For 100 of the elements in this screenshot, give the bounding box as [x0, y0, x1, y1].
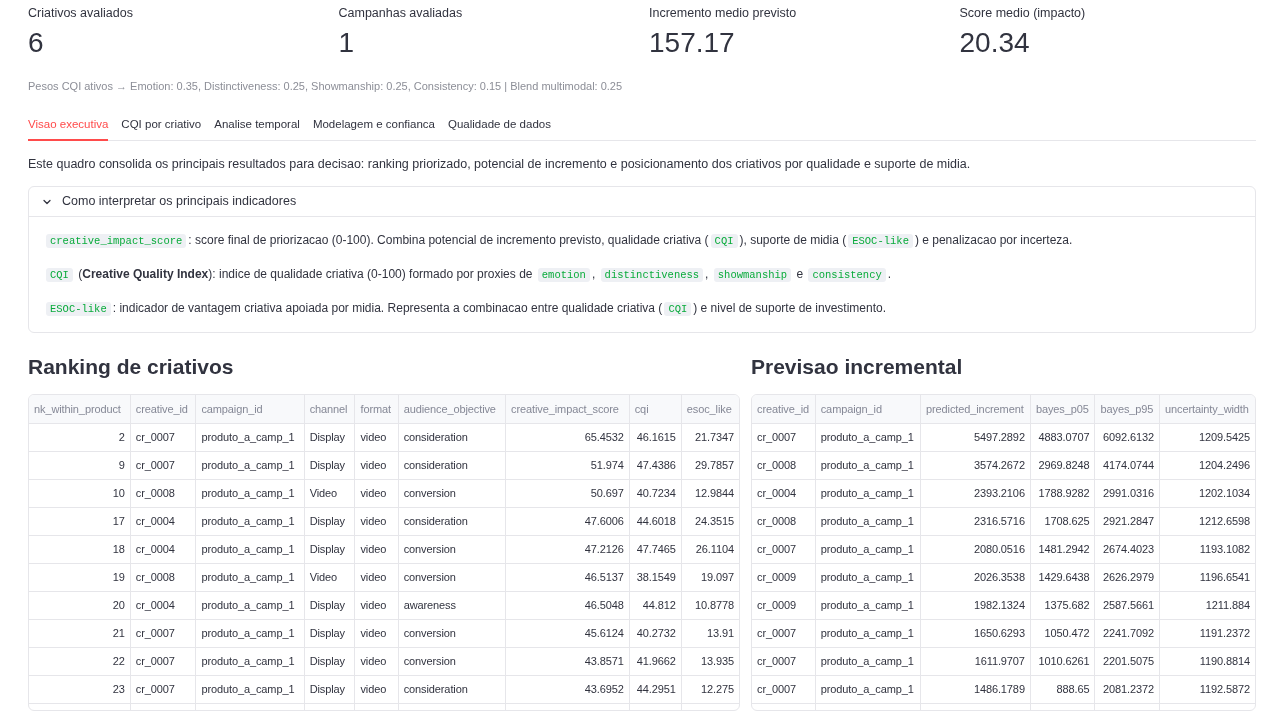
- table-cell: 10: [29, 479, 131, 507]
- table-cell: conversion: [398, 563, 506, 591]
- table-cell: produto_a_camp_1: [195, 563, 305, 591]
- table-cell: 46.5137: [505, 563, 630, 591]
- column-header[interactable]: predicted_increment: [920, 395, 1031, 423]
- table-cell: 1650.6293: [920, 619, 1031, 647]
- column-header[interactable]: bayes_p05: [1030, 395, 1095, 423]
- table-cell: 13.935: [681, 647, 739, 675]
- column-header[interactable]: creative_id: [752, 395, 816, 423]
- table-cell: produto_a_camp_1: [195, 507, 305, 535]
- table-cell: conversion: [398, 479, 506, 507]
- table-cell: 51.974: [505, 451, 630, 479]
- table-cell: consideration: [398, 507, 506, 535]
- table-cell: 1192.5872: [1159, 675, 1255, 703]
- table-cell: 40.2732: [629, 619, 682, 647]
- table-cell: 1486.1789: [920, 675, 1031, 703]
- tab[interactable]: Modelagem e confianca: [312, 111, 435, 141]
- section-heading: Previsao incremental: [751, 354, 963, 380]
- column-header[interactable]: esoc_like: [681, 395, 739, 423]
- table-cell: 1708.625: [1030, 507, 1095, 535]
- table-cell: 43.6952: [505, 675, 630, 703]
- table-cell: 1191.2372: [1159, 619, 1255, 647]
- table-cell: 1375.682: [1030, 591, 1095, 619]
- table-cell: 19: [29, 563, 131, 591]
- table-cell: 50.697: [505, 479, 630, 507]
- table-cell: 1429.6438: [1030, 563, 1095, 591]
- table-cell: 2081.2372: [1095, 675, 1160, 703]
- table-cell: 2626.2979: [1095, 563, 1160, 591]
- column-header[interactable]: campaign_id: [815, 395, 921, 423]
- definition-text: CQI (Creative Quality Index): indice de qualidade criativa (0-100) formado por proxies de emotion , distinctiveness , showmanship e consistency .: [44, 264, 1240, 285]
- table-cell: produto_a_camp_1: [815, 535, 921, 563]
- table-cell: 44.6018: [629, 507, 682, 535]
- table-cell: 41.9662: [629, 647, 682, 675]
- table-cell: video: [354, 535, 399, 563]
- table-cell: cr_0004: [752, 479, 816, 507]
- tab[interactable]: CQI por criativo: [121, 111, 202, 141]
- table-cell: 40.7234: [629, 479, 682, 507]
- table-cell: 6092.6132: [1095, 423, 1160, 451]
- definition-text: creative_impact_score : score final de priorizacao (0-100). Combina potencial de incremento previsto, qualidade criativa ( CQI ), suporte de midia ( ESOC-like ) e penalizacao por incerteza.: [44, 230, 1240, 251]
- column-header[interactable]: bayes_p95: [1095, 395, 1160, 423]
- table-cell: cr_0009: [752, 563, 816, 591]
- table-cell: 1982.1324: [920, 591, 1031, 619]
- table-cell: produto_a_camp_1: [815, 591, 921, 619]
- table-cell: cr_0007: [752, 647, 816, 675]
- expander-header[interactable]: Como interpretar os principais indicadores: [29, 187, 1255, 217]
- column-header[interactable]: channel: [304, 395, 355, 423]
- table-cell: video: [354, 507, 399, 535]
- column-header[interactable]: uncertainty_width: [1159, 395, 1255, 423]
- tab[interactable]: Qualidade de dados: [448, 111, 551, 141]
- table-cell: cr_0007: [130, 423, 196, 451]
- column-header[interactable]: audience_objective: [398, 395, 506, 423]
- table-cell: Video: [304, 479, 355, 507]
- table-cell: cr_0004: [130, 591, 196, 619]
- metric-value: 1: [338, 26, 355, 60]
- column-header[interactable]: format: [354, 395, 399, 423]
- table-cell: cr_0007: [752, 675, 816, 703]
- table-cell: produto_a_camp_1: [815, 451, 921, 479]
- table-cell: video: [354, 647, 399, 675]
- table-cell: cr_0007: [130, 647, 196, 675]
- table-cell: cr_0004: [130, 535, 196, 563]
- weights-caption: Pesos CQI ativos → Emotion: 0.35, Distinctiveness: 0.25, Showmanship: 0.25, Consistency: 0.15 | Blend multimodal: 0.25: [28, 79, 624, 93]
- table-cell: produto_a_camp_1: [815, 479, 921, 507]
- table-cell: 17: [29, 507, 131, 535]
- table-cell: awareness: [398, 591, 506, 619]
- table-cell: 12.9844: [681, 479, 739, 507]
- table-cell: Display: [304, 647, 355, 675]
- table-cell: produto_a_camp_1: [195, 591, 305, 619]
- table-cell: 20: [29, 591, 131, 619]
- table-cell: video: [354, 479, 399, 507]
- table-cell: 2969.8248: [1030, 451, 1095, 479]
- table-cell: 1212.6598: [1159, 507, 1255, 535]
- table-cell: video: [354, 563, 399, 591]
- table-cell: cr_0008: [752, 507, 816, 535]
- table-cell: cr_0007: [130, 451, 196, 479]
- table-cell: 46.5048: [505, 591, 630, 619]
- column-header[interactable]: campaign_id: [195, 395, 305, 423]
- table-cell: 23: [29, 675, 131, 703]
- table-cell: produto_a_camp_1: [195, 423, 305, 451]
- metric-value: 6: [28, 26, 44, 60]
- table-cell: 24.3515: [681, 507, 739, 535]
- table-cell: 1209.5425: [1159, 423, 1255, 451]
- column-header[interactable]: creative_id: [130, 395, 196, 423]
- table-cell: cr_0007: [752, 423, 816, 451]
- table-cell: produto_a_camp_1: [195, 451, 305, 479]
- tab[interactable]: Analise temporal: [214, 111, 300, 141]
- table-cell: cr_0007: [752, 619, 816, 647]
- column-header[interactable]: nk_within_product: [29, 395, 131, 423]
- table-cell: 1190.8814: [1159, 647, 1255, 675]
- tab[interactable]: Visao executiva: [28, 111, 109, 141]
- table-cell: 888.65: [1030, 675, 1095, 703]
- table-cell: 1196.6541: [1159, 563, 1255, 591]
- table-cell: 2241.7092: [1095, 619, 1160, 647]
- table-cell: 2674.4023: [1095, 535, 1160, 563]
- table-cell: cr_0008: [752, 451, 816, 479]
- table-cell: 18: [29, 535, 131, 563]
- column-header[interactable]: creative_impact_score: [505, 395, 630, 423]
- table-cell: video: [354, 619, 399, 647]
- table-cell: consideration: [398, 451, 506, 479]
- table-cell: 47.6006: [505, 507, 630, 535]
- column-header[interactable]: cqi: [629, 395, 682, 423]
